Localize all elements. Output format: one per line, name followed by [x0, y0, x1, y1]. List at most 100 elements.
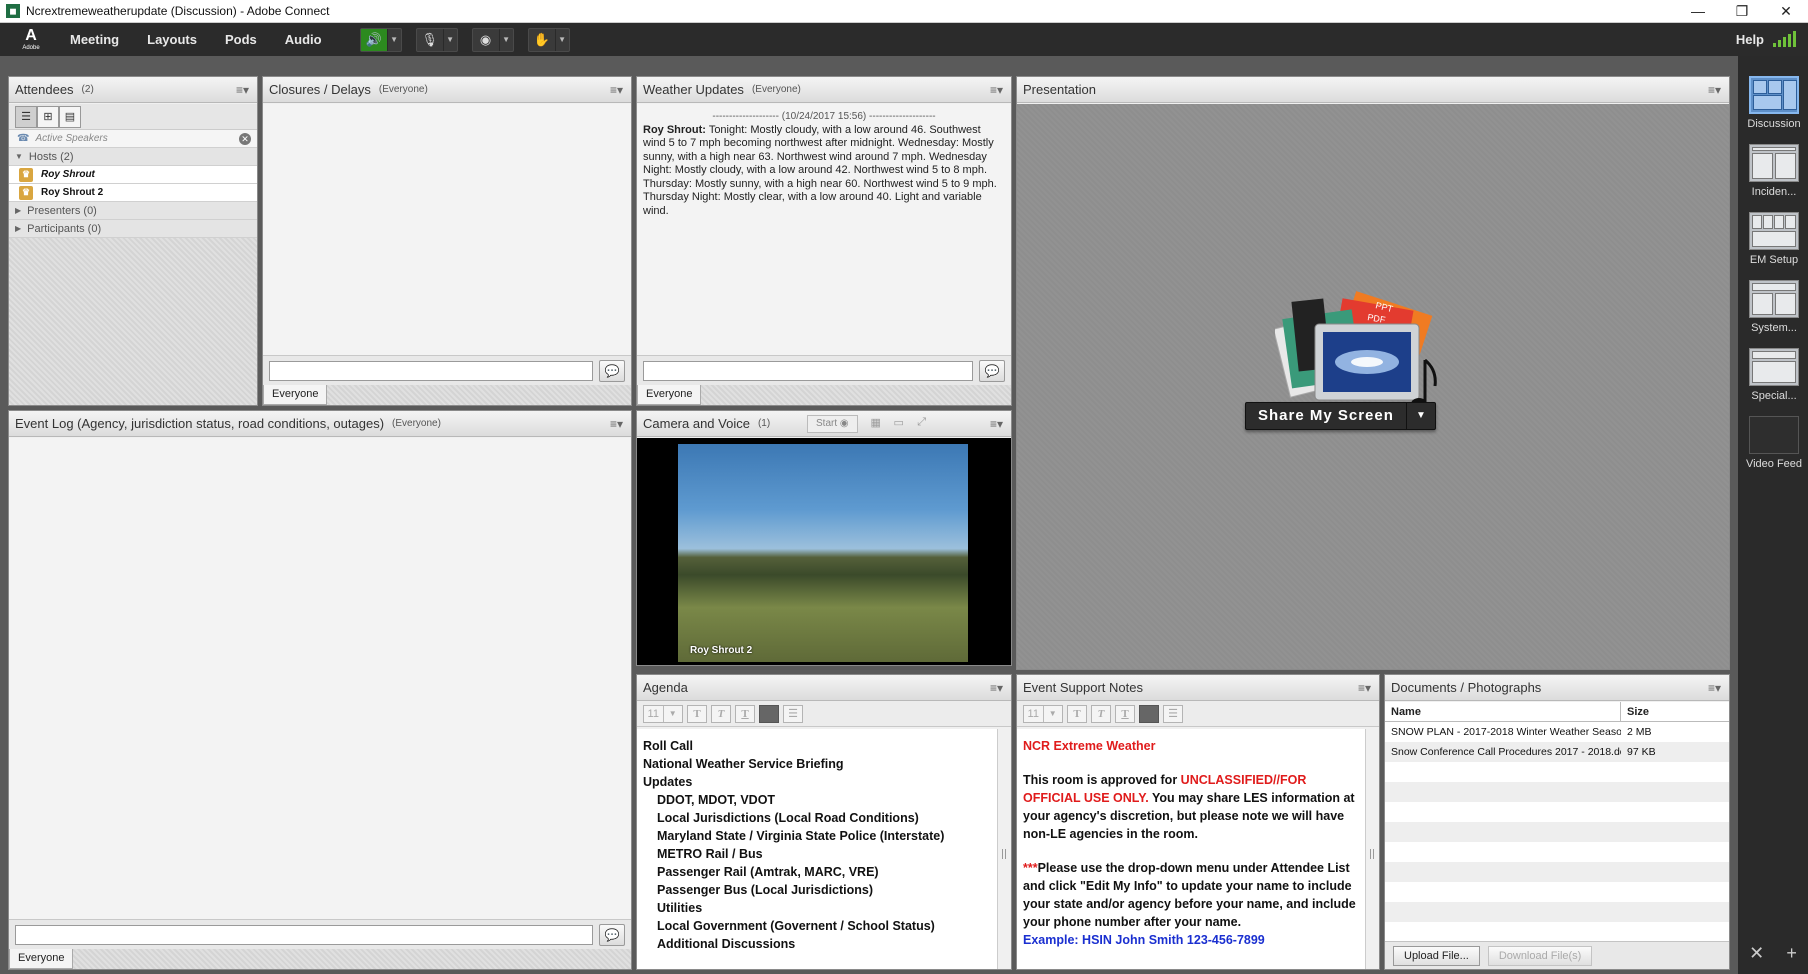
support-note-text[interactable]: NCR Extreme Weather This room is approve…	[1017, 729, 1365, 969]
menu-meeting[interactable]: Meeting	[70, 32, 119, 47]
column-size[interactable]: Size	[1621, 702, 1649, 721]
message-text: Tonight: Mostly cloudy, with a low aroun…	[643, 123, 997, 217]
bold-icon[interactable]: T	[1067, 704, 1087, 723]
pod-menu-icon[interactable]: ≡▾	[1708, 681, 1721, 695]
phone-icon: ☎	[17, 133, 30, 144]
pod-title: Weather Updates	[643, 82, 744, 97]
note-paragraph: ***Please use the drop-down menu under A…	[1023, 859, 1359, 931]
underline-icon[interactable]: T	[1115, 704, 1135, 723]
restore-button[interactable]: ❐	[1720, 0, 1764, 23]
chevron-down-icon[interactable]: ▼	[442, 28, 457, 51]
pod-menu-icon[interactable]: ≡▾	[610, 83, 623, 97]
download-files-button[interactable]: Download File(s)	[1487, 945, 1593, 966]
layout-video-feed[interactable]: Video Feed	[1744, 416, 1804, 470]
clear-icon[interactable]: ✕	[239, 133, 251, 145]
layout-system[interactable]: System...	[1744, 280, 1804, 334]
chat-message-input[interactable]	[643, 361, 973, 381]
chat-message-input[interactable]	[15, 925, 593, 945]
underline-icon[interactable]: T	[735, 704, 755, 723]
share-my-screen-button[interactable]: Share My Screen ▼	[1245, 402, 1436, 430]
share-content-illustration: PPT PDF	[1275, 291, 1437, 410]
menu-layouts[interactable]: Layouts	[147, 32, 197, 47]
host-webcam-badge-icon: ♛	[19, 185, 33, 200]
agenda-line: Utilities	[657, 901, 703, 915]
layout-label: System...	[1751, 322, 1797, 334]
close-window-button[interactable]: ✕	[1764, 0, 1808, 23]
scrollbar[interactable]	[997, 729, 1011, 969]
scroll-grip[interactable]	[1002, 849, 1006, 859]
menu-audio[interactable]: Audio	[285, 32, 322, 47]
pod-menu-icon[interactable]: ≡▾	[990, 417, 1003, 431]
start-label: Start	[816, 418, 838, 429]
presentation-stage: PPT PDF Share My Screen ▼	[1017, 104, 1729, 669]
file-row[interactable]: Snow Conference Call Procedures 2017 - 2…	[1385, 742, 1729, 762]
webcam-icon[interactable]: ◉	[473, 29, 499, 51]
file-name: Snow Conference Call Procedures 2017 - 2…	[1391, 746, 1621, 758]
menu-help[interactable]: Help	[1736, 32, 1764, 47]
agenda-note-text[interactable]: Roll Call National Weather Service Briefi…	[637, 729, 997, 969]
speaker-control[interactable]: 🔊 ▼	[359, 27, 402, 52]
layout-em-setup[interactable]: EM Setup	[1744, 212, 1804, 266]
microphone-control[interactable]: 🎙 ▼	[415, 27, 458, 52]
bullet-list-icon[interactable]: ☰	[783, 704, 803, 723]
send-message-icon[interactable]: 💬	[599, 360, 625, 382]
tab-everyone[interactable]: Everyone	[637, 385, 702, 405]
minimize-button[interactable]: —	[1676, 0, 1720, 23]
group-hosts[interactable]: ▼ Hosts (2)	[9, 148, 257, 166]
pod-menu-icon[interactable]: ≡▾	[1708, 83, 1721, 97]
microphone-icon[interactable]: 🎙	[417, 29, 443, 51]
raise-hand-icon[interactable]: ✋	[529, 29, 555, 51]
agenda-line: Passenger Rail (Amtrak, MARC, VRE)	[657, 865, 879, 879]
layout-incident[interactable]: Inciden...	[1744, 144, 1804, 198]
font-size-select[interactable]: 11 ▼	[1023, 704, 1063, 723]
chevron-down-icon[interactable]: ▼	[386, 28, 401, 51]
tab-everyone[interactable]: Everyone	[263, 385, 328, 405]
list-view-icon[interactable]: ☰	[15, 105, 37, 128]
pod-menu-icon[interactable]: ≡▾	[990, 681, 1003, 695]
webcam-control[interactable]: ◉ ▼	[471, 27, 514, 52]
scrollbar[interactable]	[1365, 729, 1379, 969]
tab-everyone[interactable]: Everyone	[9, 949, 74, 969]
send-message-icon[interactable]: 💬	[979, 360, 1005, 382]
bullet-list-icon[interactable]: ☰	[1163, 704, 1183, 723]
pod-menu-icon[interactable]: ≡▾	[990, 83, 1003, 97]
layout-special[interactable]: Special...	[1744, 348, 1804, 402]
chevron-down-icon[interactable]: ▼	[1407, 403, 1435, 429]
chevron-down-icon[interactable]: ▼	[498, 28, 513, 51]
menu-pods[interactable]: Pods	[225, 32, 257, 47]
italic-icon[interactable]: T	[711, 704, 731, 723]
italic-icon[interactable]: T	[1091, 704, 1111, 723]
group-participants[interactable]: ▶ Participants (0)	[9, 220, 257, 238]
file-row[interactable]: SNOW PLAN - 2017-2018 Winter Weather Sea…	[1385, 722, 1729, 742]
webcam-video-feed[interactable]: Roy Shrout 2	[678, 444, 968, 662]
pod-menu-icon[interactable]: ≡▾	[236, 83, 249, 97]
attendee-row[interactable]: ♛ Roy Shrout	[9, 166, 257, 184]
pod-menu-icon[interactable]: ≡▾	[610, 417, 623, 431]
chat-message-input[interactable]	[269, 361, 593, 381]
text-color-icon[interactable]	[759, 704, 779, 723]
scroll-grip[interactable]	[1370, 849, 1374, 859]
text-color-icon[interactable]	[1139, 704, 1159, 723]
fullscreen-icon[interactable]: ⤢	[912, 416, 932, 432]
active-speakers-field[interactable]: ☎ Active Speakers ✕	[9, 130, 257, 148]
send-message-icon[interactable]: 💬	[599, 924, 625, 946]
breakout-view-icon[interactable]: ⊞	[37, 105, 59, 128]
pod-menu-icon[interactable]: ≡▾	[1358, 681, 1371, 695]
grid-view-icon[interactable]: ▦	[866, 416, 886, 432]
start-webcam-button[interactable]: Start ◉	[807, 415, 858, 433]
attendee-row[interactable]: ♛ Roy Shrout 2	[9, 184, 257, 202]
chevron-down-icon[interactable]: ▼	[554, 28, 569, 51]
connection-signal-icon	[1773, 31, 1796, 47]
filmstrip-view-icon[interactable]: ▭	[889, 416, 909, 432]
upload-file-button[interactable]: Upload File...	[1393, 945, 1480, 966]
add-layout-icon[interactable]: +	[1786, 943, 1797, 964]
bold-icon[interactable]: T	[687, 704, 707, 723]
delete-layout-icon[interactable]: ✕	[1749, 943, 1764, 964]
speaker-icon[interactable]: 🔊	[360, 28, 387, 51]
raise-hand-control[interactable]: ✋ ▼	[527, 27, 570, 52]
group-presenters[interactable]: ▶ Presenters (0)	[9, 202, 257, 220]
column-name[interactable]: Name	[1385, 702, 1621, 721]
status-view-icon[interactable]: ▤	[59, 105, 81, 128]
layout-discussion[interactable]: Discussion	[1744, 76, 1804, 130]
font-size-select[interactable]: 11 ▼	[643, 704, 683, 723]
